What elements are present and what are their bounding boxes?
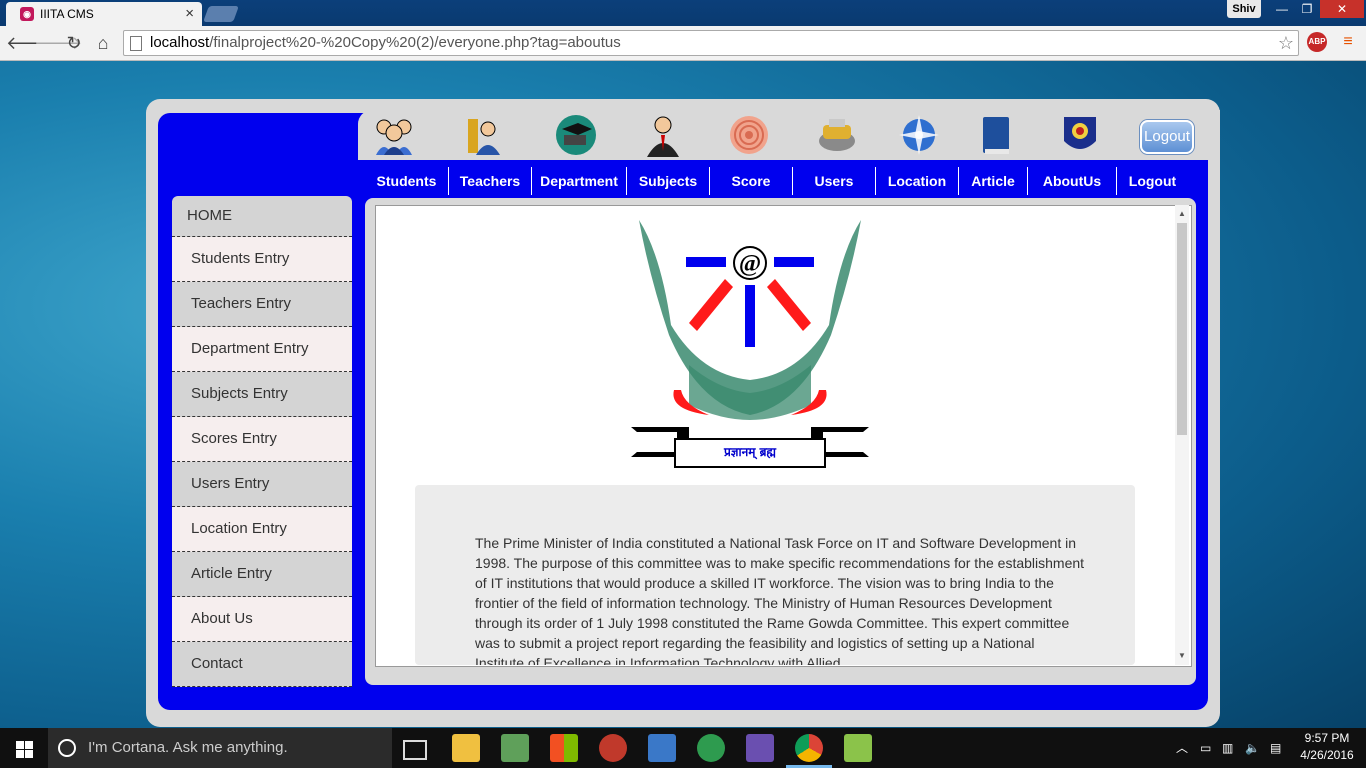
sidebar-item-contact[interactable]: Contact <box>172 642 352 687</box>
nav-location[interactable]: Location <box>875 167 958 195</box>
nav-score[interactable]: Score <box>709 167 792 195</box>
sidebar-item-article-entry[interactable]: Article Entry <box>172 552 352 597</box>
nav-logout[interactable]: Logout <box>1116 167 1188 195</box>
scroll-down-icon[interactable]: ▼ <box>1177 651 1187 661</box>
sidebar-item-about-us[interactable]: About Us <box>172 597 352 642</box>
location-globe-icon[interactable] <box>897 113 941 157</box>
nav-article[interactable]: Article <box>958 167 1027 195</box>
scroll-up-icon[interactable]: ▲ <box>1177 209 1187 219</box>
content-scrollbar[interactable]: ▲ ▼ <box>1175 205 1189 665</box>
about-paragraph: The Prime Minister of India constituted … <box>475 535 1085 665</box>
profile-badge[interactable]: Shiv <box>1227 0 1261 18</box>
action-center-icon[interactable]: ▤ <box>1270 728 1281 768</box>
cortana-icon <box>58 739 76 757</box>
chrome-icon[interactable] <box>795 734 823 762</box>
users-icon[interactable] <box>815 113 859 157</box>
edge-browser-icon[interactable] <box>697 734 725 762</box>
search-placeholder: I'm Cortana. Ask me anything. <box>88 739 288 756</box>
svg-text:@: @ <box>739 251 761 277</box>
store-icon[interactable] <box>550 734 578 762</box>
url-text: localhost/finalproject%20-%20Copy%20(2)/… <box>150 34 621 51</box>
new-tab-button[interactable] <box>203 6 239 22</box>
presentation-app-icon[interactable] <box>599 734 627 762</box>
network-icon[interactable]: ▥ <box>1222 728 1233 768</box>
site-favicon-icon: ◉ <box>20 7 34 21</box>
tray-chevron-icon[interactable]: ︿ <box>1176 728 1188 768</box>
forward-arrow-icon[interactable]: 🡒 <box>34 32 82 54</box>
windows-taskbar: I'm Cortana. Ask me anything. ︿ ▭ ▥ 🔈 ▤ … <box>0 728 1366 768</box>
sidebar-item-subjects-entry[interactable]: Subjects Entry <box>172 372 352 417</box>
cortana-search-box[interactable]: I'm Cortana. Ask me anything. <box>48 728 392 768</box>
sidebar-item-location-entry[interactable]: Location Entry <box>172 507 352 552</box>
close-window-icon[interactable]: ✕ <box>1320 0 1364 18</box>
home-icon[interactable]: ⌂ <box>92 32 114 54</box>
browser-titlebar: ◉ IIITA CMS × Shiv — ❐ ✕ <box>0 0 1366 26</box>
clock-time: 9:57 PM <box>1304 731 1350 745</box>
minimize-icon[interactable]: — <box>1270 0 1294 18</box>
control-panel-icon[interactable] <box>648 734 676 762</box>
top-navigation: Students Teachers Department Subjects Sc… <box>365 167 1188 197</box>
maximize-icon[interactable]: ❐ <box>1295 0 1319 18</box>
sidebar-item-scores-entry[interactable]: Scores Entry <box>172 417 352 462</box>
sidebar-item-department-entry[interactable]: Department Entry <box>172 327 352 372</box>
sidebar: HOME Students Entry Teachers Entry Depar… <box>172 196 352 687</box>
emblem-icon[interactable] <box>1058 113 1102 157</box>
book-icon[interactable] <box>975 113 1019 157</box>
tab-close-icon[interactable]: × <box>185 5 194 22</box>
sidebar-item-users-entry[interactable]: Users Entry <box>172 462 352 507</box>
start-button[interactable] <box>0 728 48 768</box>
task-view-icon[interactable] <box>403 740 427 760</box>
page-icon <box>130 36 142 51</box>
windows-logo-icon <box>16 741 24 749</box>
back-arrow-icon[interactable]: 🡐 <box>6 32 54 54</box>
adblock-icon[interactable]: ABP <box>1307 32 1327 52</box>
browser-tab[interactable]: ◉ IIITA CMS × <box>6 2 202 26</box>
nav-teachers[interactable]: Teachers <box>448 167 531 195</box>
score-icon[interactable] <box>727 113 771 157</box>
nav-students[interactable]: Students <box>365 167 448 195</box>
tab-title: IIITA CMS <box>40 7 94 21</box>
notepad-plus-icon[interactable] <box>844 734 872 762</box>
logo-motto: प्रज्ञानम् ब्रह्म <box>723 445 777 459</box>
students-icon[interactable] <box>372 113 416 157</box>
visual-studio-icon[interactable] <box>746 734 774 762</box>
nav-users[interactable]: Users <box>792 167 875 195</box>
about-text-box: The Prime Minister of India constituted … <box>415 485 1135 665</box>
file-explorer-icon[interactable] <box>452 734 480 762</box>
subjects-icon[interactable] <box>641 113 685 157</box>
volume-icon[interactable]: 🔈 <box>1245 728 1260 768</box>
system-clock[interactable]: 9:57 PM 4/26/2016 <box>1296 730 1358 764</box>
iiita-logo: @ प्रज्ञानम् ब्रह्म <box>629 215 871 470</box>
nav-subjects[interactable]: Subjects <box>626 167 709 195</box>
department-icon[interactable] <box>554 113 598 157</box>
nav-department[interactable]: Department <box>531 167 626 195</box>
reload-icon[interactable]: ↻ <box>63 32 85 54</box>
bookmark-star-icon[interactable]: ☆ <box>1278 31 1294 55</box>
sidebar-item-teachers-entry[interactable]: Teachers Entry <box>172 282 352 327</box>
address-bar[interactable]: localhost/finalproject%20-%20Copy%20(2)/… <box>123 30 1299 56</box>
sidebar-item-students-entry[interactable]: Students Entry <box>172 237 352 282</box>
teachers-icon[interactable] <box>462 113 506 157</box>
sidebar-item-home[interactable]: HOME <box>172 196 352 237</box>
browser-toolbar: 🡐 🡒 ↻ ⌂ localhost/finalproject%20-%20Cop… <box>0 26 1366 61</box>
battery-icon[interactable]: ▭ <box>1200 728 1211 768</box>
scroll-thumb[interactable] <box>1177 223 1187 435</box>
logout-button[interactable]: Logout <box>1140 120 1194 154</box>
menu-icon[interactable]: ≡ <box>1340 32 1356 52</box>
nav-aboutus[interactable]: AboutUs <box>1027 167 1116 195</box>
clock-date: 4/26/2016 <box>1300 748 1354 762</box>
media-app-icon[interactable] <box>501 734 529 762</box>
